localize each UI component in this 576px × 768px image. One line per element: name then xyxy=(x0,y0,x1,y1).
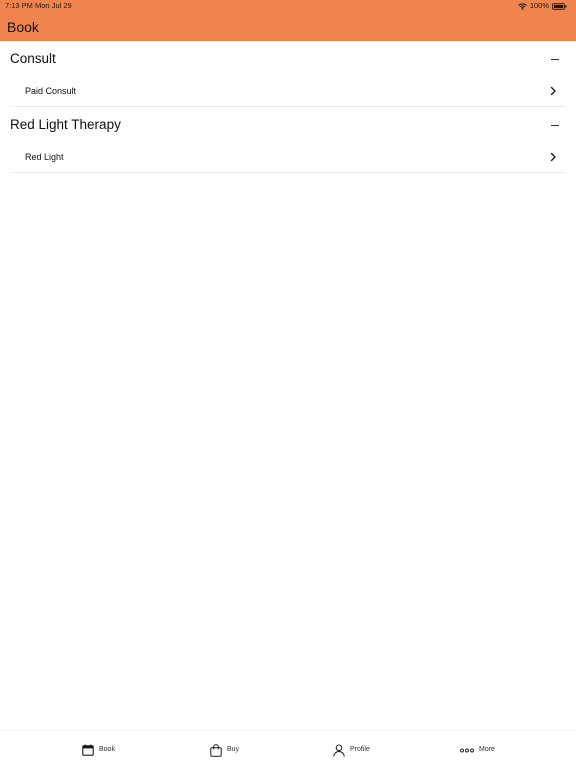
tab-label: Profile xyxy=(350,746,370,753)
tab-label: More xyxy=(479,746,495,753)
tab-profile[interactable]: Profile xyxy=(333,731,370,768)
app-screen: 7:13 PM Mon Jul 29 100% Book Consult Pai… xyxy=(0,0,576,768)
battery-percent: 100% xyxy=(529,1,549,10)
page-title: Book xyxy=(7,19,39,35)
bottom-tab-bar: Book Buy Profile More xyxy=(0,730,576,768)
section-title: Red Light Therapy xyxy=(10,117,121,132)
chevron-right-icon xyxy=(549,152,557,162)
person-icon xyxy=(333,744,345,757)
section-header-consult[interactable]: Consult xyxy=(0,41,576,73)
shopping-bag-icon xyxy=(210,743,222,757)
top-header: 7:13 PM Mon Jul 29 100% Book xyxy=(0,0,576,41)
calendar-icon xyxy=(82,744,94,756)
item-label: Paid Consult xyxy=(25,86,77,96)
tab-more[interactable]: More xyxy=(460,731,495,768)
chevron-right-icon xyxy=(549,86,557,96)
section-header-red-light-therapy[interactable]: Red Light Therapy xyxy=(0,107,576,139)
collapse-minus-icon[interactable] xyxy=(551,59,559,61)
collapse-minus-icon[interactable] xyxy=(551,125,559,127)
list-item-red-light[interactable]: Red Light xyxy=(10,139,565,173)
wifi-icon xyxy=(517,2,527,10)
more-dots-icon xyxy=(460,748,474,753)
service-list: Consult Paid Consult Red Light Therapy R… xyxy=(0,41,576,173)
tab-buy[interactable]: Buy xyxy=(210,731,239,768)
item-label: Red Light xyxy=(25,152,64,162)
status-bar: 7:13 PM Mon Jul 29 100% xyxy=(0,0,576,12)
status-time: 7:13 PM Mon Jul 29 xyxy=(5,1,72,10)
list-item-paid-consult[interactable]: Paid Consult xyxy=(10,73,565,107)
tab-book[interactable]: Book xyxy=(82,731,115,768)
tab-label: Book xyxy=(99,746,115,753)
battery-icon xyxy=(552,2,567,10)
status-indicators: 100% xyxy=(517,0,567,12)
tab-label: Buy xyxy=(227,746,240,753)
section-title: Consult xyxy=(10,51,56,66)
